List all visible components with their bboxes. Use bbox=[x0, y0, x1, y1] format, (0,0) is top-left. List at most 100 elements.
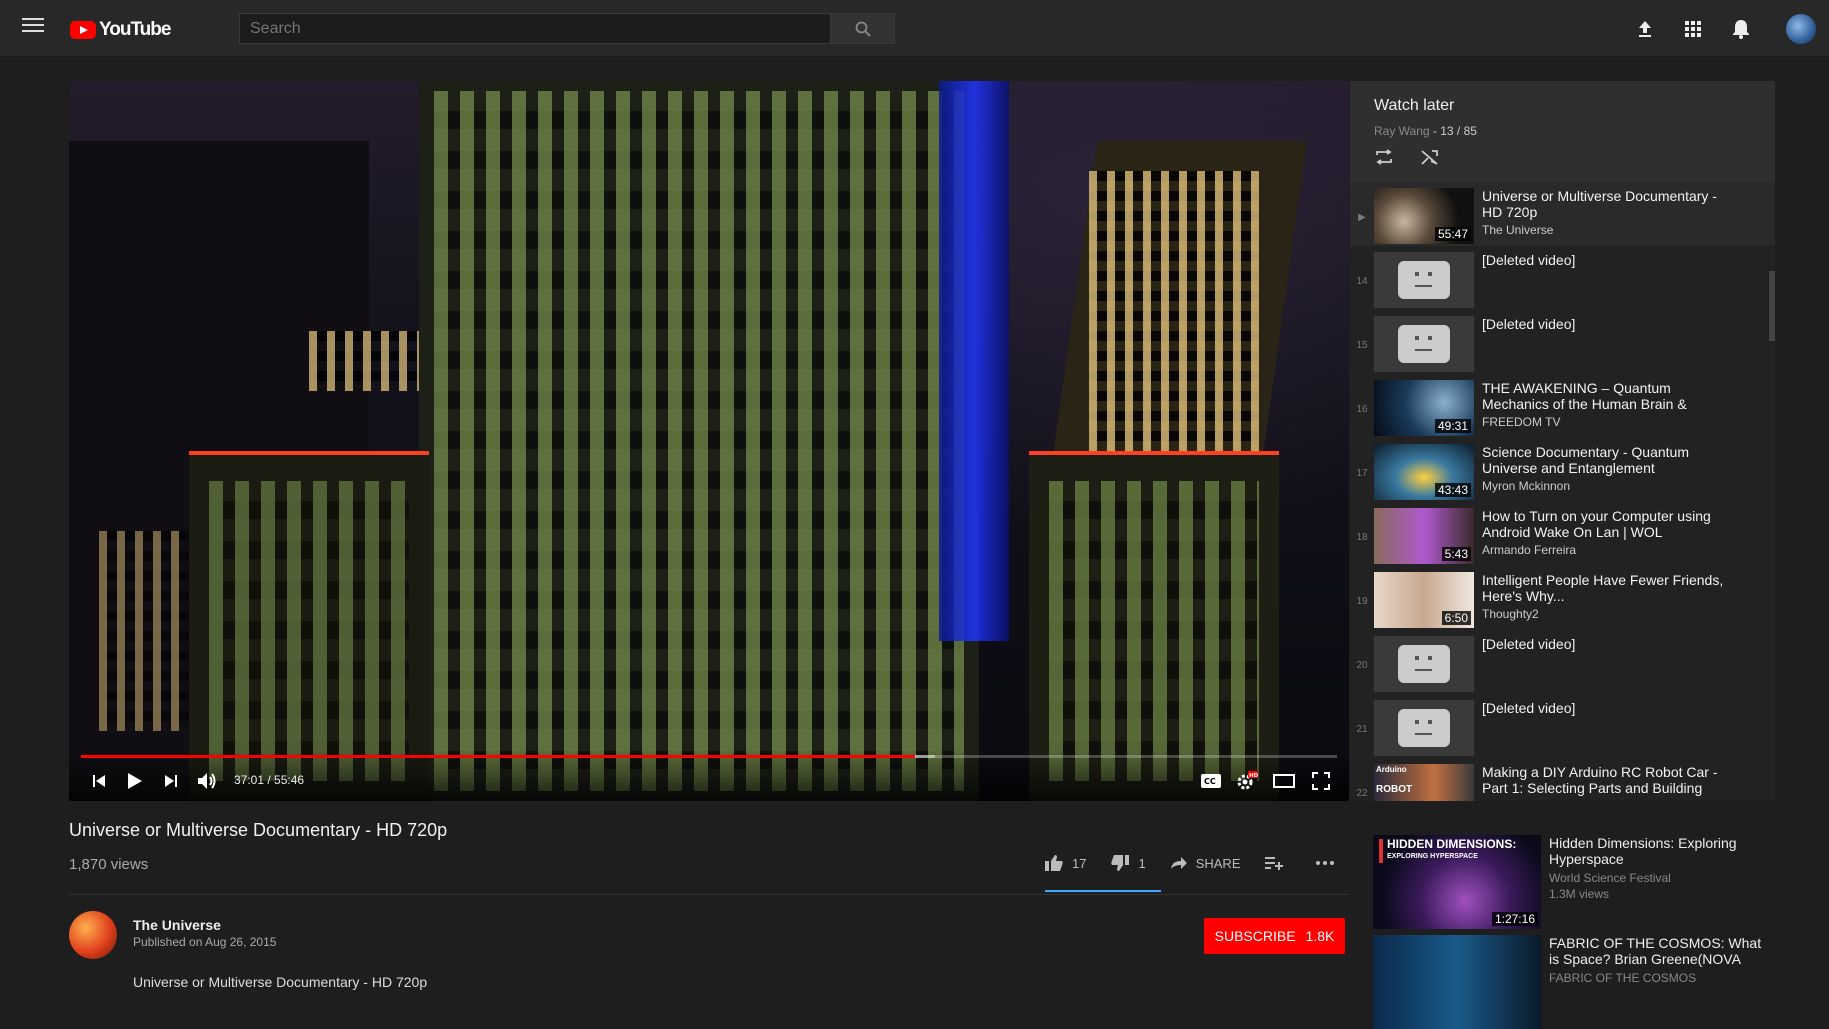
svg-text:HD: HD bbox=[1249, 773, 1258, 779]
theater-mode-icon bbox=[1273, 774, 1295, 788]
playlist-header: Watch later Ray Wang - 13 / 85 bbox=[1350, 81, 1775, 182]
video-actions: 17 1 SHARE bbox=[1044, 854, 1367, 872]
playlist-item-thumbnail bbox=[1374, 636, 1474, 692]
play-icon bbox=[128, 773, 142, 789]
deleted-video-icon bbox=[1398, 645, 1450, 683]
video-player[interactable]: 37:01 / 55:46 CC HD bbox=[69, 81, 1349, 801]
shuffle-icon[interactable] bbox=[1420, 148, 1440, 166]
progress-fill bbox=[81, 755, 915, 758]
more-actions-button[interactable] bbox=[1315, 860, 1343, 866]
settings-gear-icon: HD bbox=[1237, 771, 1258, 790]
playlist-item[interactable]: ▶ 55:47 Universe or Multiverse Documentary… bbox=[1350, 182, 1775, 246]
playlist-item-thumbnail: 49:31 bbox=[1374, 380, 1474, 436]
playlist-item[interactable]: 20 [Deleted video] bbox=[1350, 630, 1775, 694]
progress-bar[interactable] bbox=[81, 755, 1337, 758]
dislike-button[interactable]: 1 bbox=[1110, 854, 1146, 872]
playlist-item[interactable]: 22 Arduino ROBOT Making a DIY Arduino RC Ro… bbox=[1350, 758, 1775, 801]
subscribe-label: SUBSCRIBE bbox=[1214, 928, 1296, 944]
playlist-title[interactable]: Watch later bbox=[1374, 97, 1751, 115]
video-description: Universe or Multiverse Documentary - HD … bbox=[133, 974, 428, 990]
playlist-item-duration: 55:47 bbox=[1434, 227, 1471, 241]
playlist-item-index: 14 bbox=[1356, 276, 1368, 287]
playlist-item-index: 19 bbox=[1356, 596, 1368, 607]
playlist-item[interactable]: 16 49:31 THE AWAKENING – Quantum Mechanics… bbox=[1350, 374, 1775, 438]
playlist-item-channel: Myron Mckinnon bbox=[1482, 479, 1571, 493]
related-title: FABRIC OF THE COSMOS: What is Space? Bri… bbox=[1549, 935, 1762, 967]
share-label: SHARE bbox=[1195, 855, 1241, 871]
playlist-subtitle: Ray Wang - 13 / 85 bbox=[1374, 124, 1751, 138]
playlist-item-thumbnail: Arduino ROBOT bbox=[1374, 764, 1474, 801]
playlist-item-thumbnail: 6:50 bbox=[1374, 572, 1474, 628]
search-button[interactable] bbox=[830, 13, 895, 44]
next-button[interactable] bbox=[159, 769, 183, 793]
related-thumb-subtitle: EXPLORING HYPERSPACE bbox=[1387, 853, 1478, 860]
playlist-scrollbar[interactable] bbox=[1769, 271, 1775, 341]
playlist-panel: Watch later Ray Wang - 13 / 85 ▶ 55:47 Uni… bbox=[1350, 81, 1775, 801]
related-channel: FABRIC OF THE COSMOS bbox=[1549, 971, 1697, 985]
playlist-item-thumbnail bbox=[1374, 316, 1474, 372]
related-video[interactable]: FABRIC OF THE COSMOS: What is Space? Bri… bbox=[1373, 935, 1773, 1029]
youtube-logo[interactable]: YouTube bbox=[70, 19, 171, 41]
upload-icon[interactable] bbox=[1634, 18, 1656, 40]
playlist-item-thumbnail: 5:43 bbox=[1374, 508, 1474, 564]
more-options-icon bbox=[1315, 861, 1334, 865]
volume-button[interactable] bbox=[195, 769, 219, 793]
play-button[interactable] bbox=[122, 769, 146, 793]
related-video[interactable]: HIDDEN DIMENSIONS: EXPLORING HYPERSPACE … bbox=[1373, 835, 1773, 929]
playlist-item-index: 16 bbox=[1356, 404, 1368, 415]
search-input[interactable] bbox=[239, 13, 831, 44]
dislike-count: 1 bbox=[1138, 855, 1146, 871]
playlist-position: - 13 / 85 bbox=[1432, 124, 1477, 138]
playlist-item-title: Science Documentary - Quantum Universe a… bbox=[1482, 444, 1689, 476]
channel-avatar[interactable] bbox=[69, 911, 117, 959]
playlist-item[interactable]: 19 6:50 Intelligent People Have Fewer Frie… bbox=[1350, 566, 1775, 630]
account-avatar[interactable] bbox=[1786, 14, 1816, 44]
playlist-owner[interactable]: Ray Wang bbox=[1374, 124, 1430, 138]
playlist-item[interactable]: 21 [Deleted video] bbox=[1350, 694, 1775, 758]
video-title: Universe or Multiverse Documentary - HD … bbox=[69, 820, 448, 840]
volume-icon bbox=[198, 773, 216, 789]
playlist-item-thumbnail: 55:47 bbox=[1374, 188, 1474, 244]
top-bar: YouTube bbox=[0, 0, 1829, 57]
time-display: 37:01 / 55:46 bbox=[234, 773, 305, 787]
video-info: Universe or Multiverse Documentary - HD … bbox=[69, 820, 1349, 990]
related-thumb-title: HIDDEN DIMENSIONS: bbox=[1387, 837, 1517, 851]
playlist-item[interactable]: 18 5:43 How to Turn on your Computer using… bbox=[1350, 502, 1775, 566]
add-to-playlist-button[interactable] bbox=[1264, 856, 1291, 870]
playlist-item[interactable]: 15 [Deleted video] bbox=[1350, 310, 1775, 374]
playlist-item-duration: 49:31 bbox=[1434, 419, 1471, 433]
thumb-label-arduino: Arduino bbox=[1376, 765, 1407, 774]
playlist-item-title: [Deleted video] bbox=[1482, 700, 1576, 716]
loop-icon[interactable] bbox=[1374, 148, 1394, 166]
playlist-item-title: How to Turn on your Computer using Andro… bbox=[1482, 508, 1711, 540]
deleted-video-icon bbox=[1398, 325, 1450, 363]
notifications-bell-icon[interactable] bbox=[1730, 18, 1752, 40]
apps-grid-icon[interactable] bbox=[1682, 18, 1704, 40]
subscribe-button[interactable]: SUBSCRIBE 1.8K bbox=[1204, 918, 1345, 954]
playlist-item-title: Making a DIY Arduino RC Robot Car - Part… bbox=[1482, 764, 1718, 796]
playlist-item-duration: 6:50 bbox=[1441, 611, 1471, 625]
settings-button[interactable]: HD bbox=[1235, 769, 1259, 793]
share-button[interactable]: SHARE bbox=[1170, 856, 1241, 871]
thumbs-up-icon bbox=[1045, 855, 1063, 871]
playlist-item-thumbnail: 43:43 bbox=[1374, 444, 1474, 500]
like-ratio-bar bbox=[1045, 890, 1161, 892]
playlist-item-title: Universe or Multiverse Documentary - HD … bbox=[1482, 188, 1717, 220]
playlist-item[interactable]: 14 [Deleted video] bbox=[1350, 246, 1775, 310]
channel-name[interactable]: The Universe bbox=[133, 917, 221, 933]
previous-button[interactable] bbox=[87, 769, 111, 793]
playlist-items: ▶ 55:47 Universe or Multiverse Documentary… bbox=[1350, 182, 1775, 801]
subscriber-count: 1.8K bbox=[1305, 928, 1335, 944]
thumbs-down-icon bbox=[1111, 855, 1130, 871]
like-count: 17 bbox=[1072, 855, 1087, 871]
playlist-item[interactable]: 17 43:43 Science Documentary - Quantum Uni… bbox=[1350, 438, 1775, 502]
logo-text: YouTube bbox=[99, 19, 171, 40]
like-button[interactable]: 17 bbox=[1044, 854, 1086, 872]
theater-mode-button[interactable] bbox=[1272, 769, 1296, 793]
playlist-item-index: 21 bbox=[1356, 724, 1368, 735]
captions-button[interactable]: CC bbox=[1199, 769, 1223, 793]
video-frame bbox=[69, 81, 1349, 801]
fullscreen-button[interactable] bbox=[1309, 769, 1333, 793]
hamburger-menu-icon[interactable] bbox=[22, 18, 44, 36]
svg-text:CC: CC bbox=[1204, 777, 1216, 786]
